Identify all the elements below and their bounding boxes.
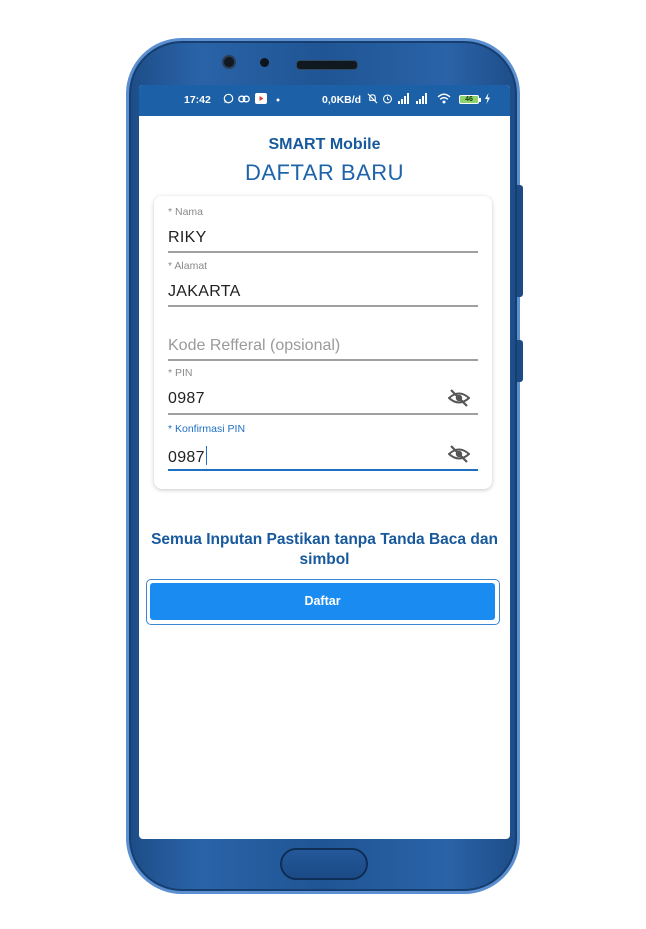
dot-icon xyxy=(276,98,280,102)
mute-icon xyxy=(367,93,378,104)
nama-input[interactable]: RIKY xyxy=(168,229,207,247)
youtube-icon xyxy=(255,93,267,104)
alamat-input[interactable]: JAKARTA xyxy=(168,283,241,301)
nama-label: * Nama xyxy=(168,206,204,218)
status-bar: 17:42 0,0KB/d 46 xyxy=(139,85,510,116)
alarm-icon xyxy=(383,94,392,104)
text-caret xyxy=(205,446,208,465)
wifi-icon xyxy=(437,93,451,104)
registration-form: * Nama RIKY * Alamat JAKARTA Kode Reffer… xyxy=(154,196,492,489)
alamat-field[interactable]: * Alamat JAKARTA xyxy=(168,260,478,310)
input-notice: Semua Inputan Pastikan tanpa Tanda Baca … xyxy=(151,531,498,568)
status-time: 17:42 xyxy=(184,94,211,106)
pin-input[interactable]: 0987 xyxy=(168,390,205,408)
konfirmasi-pin-input[interactable]: 0987 xyxy=(168,446,208,467)
alamat-label: * Alamat xyxy=(168,260,208,272)
home-button[interactable] xyxy=(280,848,368,880)
eye-off-icon[interactable] xyxy=(448,445,470,463)
eye-off-icon[interactable] xyxy=(448,389,470,407)
earpiece-speaker xyxy=(296,60,358,70)
daftar-button[interactable]: Daftar xyxy=(150,583,495,620)
nama-field[interactable]: * Nama RIKY xyxy=(168,206,478,256)
alamat-underline xyxy=(168,305,478,307)
signal-icon xyxy=(398,93,409,104)
konfirmasi-pin-label: * Konfirmasi PIN xyxy=(168,423,246,435)
pin-label: * PIN xyxy=(168,367,193,379)
signal-icon xyxy=(416,93,427,104)
front-camera xyxy=(222,55,236,69)
phone-screen: 17:42 0,0KB/d 46 SMART Mobile DAFTAR BAR… xyxy=(139,85,510,839)
referral-underline xyxy=(168,359,478,361)
power-button[interactable] xyxy=(517,340,523,382)
network-rate: 0,0KB/d xyxy=(322,94,362,106)
pin-underline xyxy=(168,413,478,415)
app-name: SMART Mobile xyxy=(268,136,381,153)
volume-button[interactable] xyxy=(517,185,523,297)
whatsapp-icon xyxy=(223,93,234,104)
konfirmasi-pin-field[interactable]: * Konfirmasi PIN 0987 xyxy=(168,423,478,473)
konfirmasi-pin-underline xyxy=(168,469,478,471)
pin-field[interactable]: * PIN 0987 xyxy=(168,367,478,417)
charging-icon xyxy=(485,93,490,104)
referral-field[interactable]: Kode Refferal (opsional) xyxy=(168,314,478,364)
page-title: DAFTAR BARU xyxy=(244,160,405,185)
battery-icon: 46 xyxy=(459,95,481,104)
nama-underline xyxy=(168,251,478,253)
proximity-sensor xyxy=(260,58,269,67)
referral-input[interactable]: Kode Refferal (opsional) xyxy=(168,337,340,355)
daftar-button-focus-ring: Daftar xyxy=(146,579,500,625)
link-icon xyxy=(238,95,250,103)
konfirmasi-pin-value: 0987 xyxy=(168,449,205,466)
